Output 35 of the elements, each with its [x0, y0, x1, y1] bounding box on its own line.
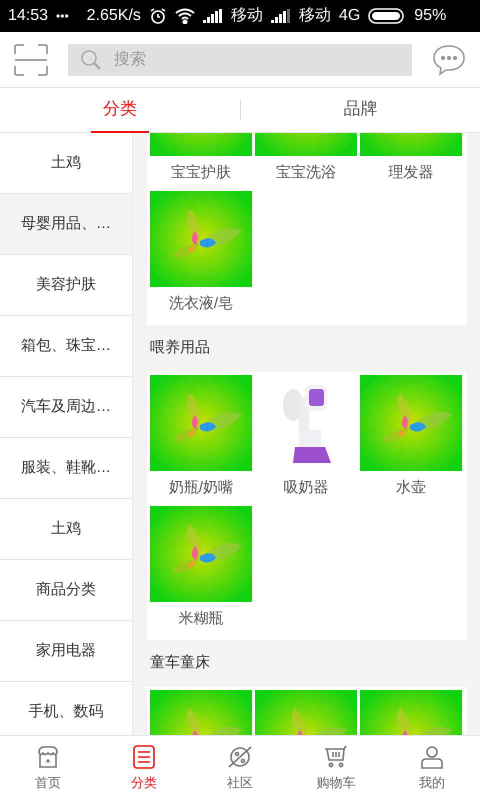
category-label[interactable]: 宝宝护肤 [171, 162, 231, 185]
nav-tab[interactable]: 我的 [384, 736, 480, 800]
category-label[interactable]: 吸奶器 [284, 477, 328, 500]
nav-tab[interactable]: 首页 [0, 736, 96, 800]
category-label[interactable]: 理发器 [388, 162, 434, 185]
carrier-name: 移动 [298, 6, 331, 26]
alarm-icon [148, 7, 167, 25]
status-time: 14:53 [8, 6, 48, 26]
category-label[interactable]: 宝宝洗浴 [276, 162, 336, 185]
category-label[interactable]: 米糊瓶 [178, 608, 224, 631]
tab[interactable]: 品牌 [331, 88, 390, 132]
wifi-icon [174, 8, 195, 24]
section-title: 喂养用品 [150, 338, 210, 358]
category-label[interactable]: 水壶 [396, 477, 426, 500]
user-icon [418, 743, 446, 772]
sidebar-item[interactable]: 母婴用品、… [0, 194, 132, 255]
battery-icon [368, 8, 406, 24]
network-speed: 2.65K/s [86, 6, 141, 26]
carrier-name: 移动 [230, 6, 263, 26]
nav-tab[interactable]: 购物车 [288, 736, 384, 800]
list-icon [130, 743, 158, 772]
section-title: 童车童床 [150, 653, 210, 674]
nav-tab[interactable]: 社区 [192, 736, 288, 800]
signal-icon [270, 9, 291, 23]
category-label[interactable]: 奶瓶/奶嘴 [168, 477, 234, 500]
category-label[interactable]: 洗衣液/皂 [168, 293, 234, 316]
signal-icon [202, 9, 223, 23]
search-icon [80, 48, 102, 70]
chat-icon[interactable] [432, 44, 466, 76]
search-field[interactable]: 搜索 [68, 44, 412, 76]
nav-tab[interactable]: 分类 [96, 736, 192, 800]
battery-level: 95% [414, 6, 446, 26]
scan-icon[interactable] [14, 44, 48, 76]
network-type: 4G [338, 6, 360, 26]
status-dots: ••• [56, 8, 69, 25]
